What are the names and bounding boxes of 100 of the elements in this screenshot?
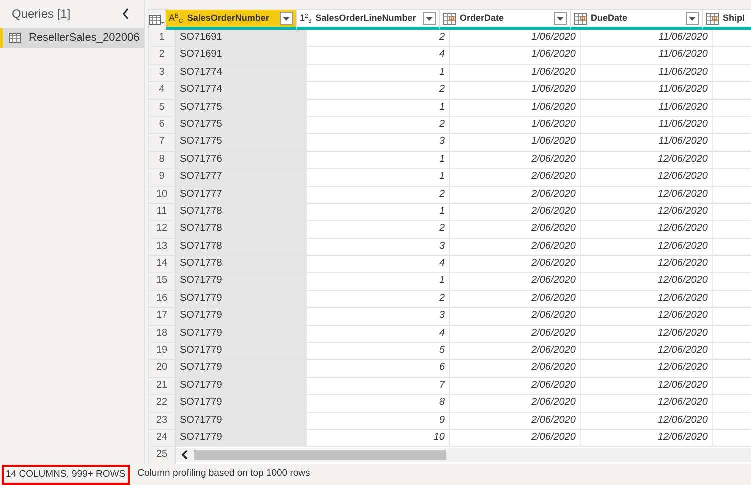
table-cell: 1: [307, 152, 450, 168]
table-cell: SO71691: [176, 47, 307, 64]
row-number: 2: [149, 47, 176, 64]
calendar-icon: [706, 12, 719, 24]
column-label: ShipI: [723, 12, 746, 25]
table-cell: 2/06/2020: [450, 238, 581, 256]
table-cell: 12/06/2020: [581, 273, 713, 290]
table-cell: 12/06/2020: [581, 326, 713, 342]
table-cell: 1/06/2020: [450, 82, 581, 99]
column-header[interactable]: ShipI: [703, 10, 751, 30]
table-menu-button[interactable]: [149, 10, 166, 30]
table-cell: 12/06/2020: [581, 290, 713, 308]
table-cell: SO71779: [176, 326, 307, 342]
table-cell: 12/06/2020: [581, 360, 713, 377]
caret-icon: [557, 16, 564, 20]
table-cell: 2/06/2020: [450, 430, 581, 446]
pane-title: Queries [1]: [12, 6, 71, 23]
table-cell: SO71775: [176, 134, 307, 151]
table-cell: 1: [307, 169, 450, 186]
horizontal-scrollbar[interactable]: [176, 448, 751, 462]
table-cell: SO71779: [176, 290, 307, 308]
table-cell: 12/06/2020: [581, 343, 713, 360]
table-cell: 3: [307, 308, 450, 325]
status-note: Column profiling based on top 1000 rows: [138, 467, 310, 482]
table-cell: SO71779: [176, 343, 307, 360]
table-cell: 11/06/2020: [581, 47, 713, 64]
table-cell: 2: [307, 116, 450, 134]
table-cell: SO71774: [176, 82, 307, 99]
table-cell: 12/06/2020: [581, 221, 713, 238]
table-cell: 2/06/2020: [450, 186, 581, 203]
scrollbar-thumb[interactable]: [194, 450, 446, 460]
table-cell: 12/06/2020: [581, 395, 713, 412]
row-number: 6: [149, 116, 176, 134]
table-cell: 12/06/2020: [581, 412, 713, 429]
table-cell: 11/06/2020: [581, 64, 713, 82]
row-number: 20: [149, 360, 176, 377]
column-label: SalesOrderLineNumber: [316, 12, 418, 25]
table-cell: 2/06/2020: [450, 256, 581, 272]
table-cell: 2/06/2020: [450, 204, 581, 220]
row-number: 24: [149, 430, 176, 446]
table-cell: 7: [307, 378, 450, 394]
row-number: 21: [149, 378, 176, 394]
table-cell: 12/06/2020: [581, 169, 713, 186]
table-cell: 12/06/2020: [581, 238, 713, 256]
table-cell: 11/06/2020: [581, 100, 713, 116]
row-number: 16: [149, 290, 176, 308]
table-cell: SO71777: [176, 186, 307, 203]
table-cell: 10: [307, 430, 450, 446]
table-cell: SO71779: [176, 360, 307, 377]
table-cell: 4: [307, 256, 450, 272]
column-filter-button[interactable]: [554, 12, 567, 25]
table-icon: [9, 33, 21, 43]
row-number: 10: [149, 186, 176, 203]
table-cell: SO71778: [176, 221, 307, 238]
row-number: 19: [149, 343, 176, 360]
table-cell: 11/06/2020: [581, 116, 713, 134]
calendar-icon: [443, 12, 456, 24]
column-filter-button[interactable]: [280, 12, 293, 25]
row-number: 1: [149, 30, 176, 46]
caret-icon: [426, 16, 433, 20]
table-cell: 12/06/2020: [581, 430, 713, 446]
table-cell: SO71777: [176, 169, 307, 186]
table-cell: 11/06/2020: [581, 82, 713, 99]
table-cell: 2: [307, 186, 450, 203]
table-cell: SO71778: [176, 256, 307, 272]
table-cell: 1: [307, 204, 450, 220]
table-cell: 12/06/2020: [581, 308, 713, 325]
row-number: 8: [149, 152, 176, 168]
caret-icon: [283, 16, 290, 20]
row-number: 5: [149, 100, 176, 116]
table-cell: SO71779: [176, 430, 307, 446]
table-cell: SO71778: [176, 238, 307, 256]
table-cell: 2: [307, 221, 450, 238]
column-filter-button[interactable]: [686, 12, 699, 25]
table-cell: 2: [307, 30, 450, 46]
table-cell: 1/06/2020: [450, 64, 581, 82]
row-number: 13: [149, 238, 176, 256]
column-header[interactable]: 1$^{2}$$_{3}$ SalesOrderLineNumber: [297, 10, 440, 30]
row-number: 9: [149, 169, 176, 186]
row-number: 3: [149, 64, 176, 82]
query-item[interactable]: ResellerSales_202006: [0, 28, 144, 48]
column-filter-button[interactable]: [423, 12, 436, 25]
table-cell: 12/06/2020: [581, 204, 713, 220]
table-cell: 12/06/2020: [581, 186, 713, 203]
table-cell: 8: [307, 395, 450, 412]
column-header[interactable]: DueDate: [571, 10, 703, 30]
table-cell: 1: [307, 64, 450, 82]
column-header[interactable]: A$^{B}$$_{C}$ SalesOrderNumber: [166, 10, 297, 30]
table-cell: 11/06/2020: [581, 30, 713, 46]
table-cell: SO71778: [176, 204, 307, 220]
column-label: OrderDate: [460, 12, 506, 25]
column-label: DueDate: [591, 12, 629, 25]
row-number: 25: [149, 447, 176, 464]
row-number: 12: [149, 221, 176, 238]
table-cell: 1: [307, 273, 450, 290]
table-cell: 2/06/2020: [450, 343, 581, 360]
column-header[interactable]: OrderDate: [440, 10, 571, 30]
table-cell: 1/06/2020: [450, 47, 581, 64]
table-cell: 12/06/2020: [581, 256, 713, 272]
table-cell: 4: [307, 47, 450, 64]
